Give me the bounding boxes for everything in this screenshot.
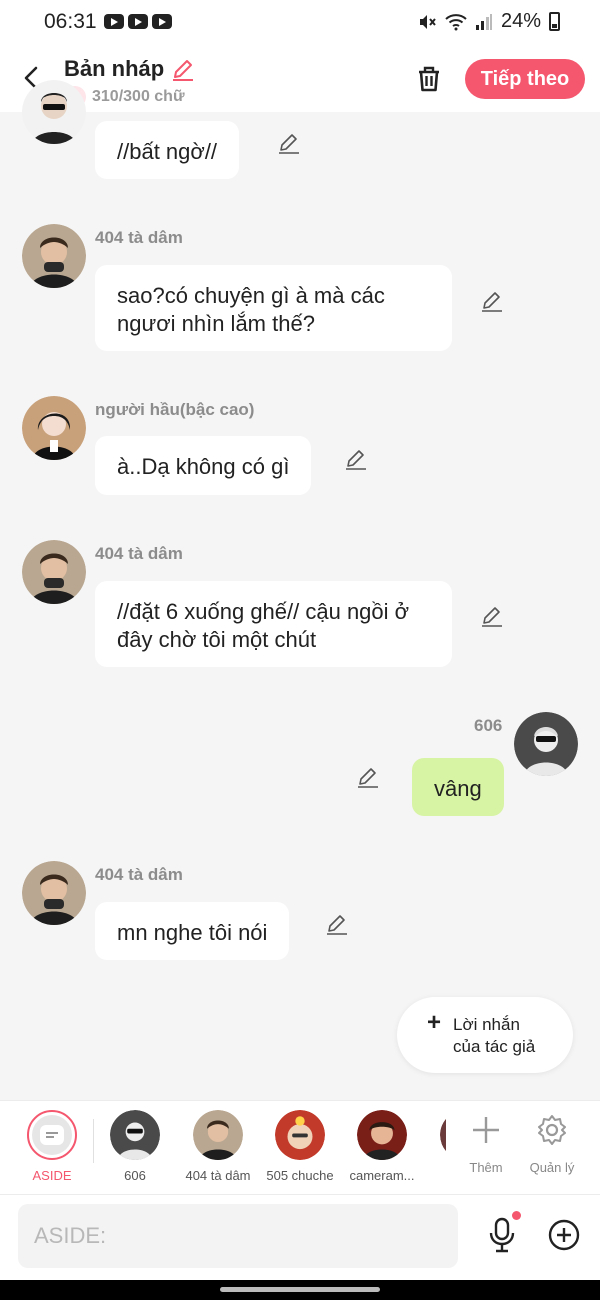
- character-label: 505 chuche: [266, 1168, 334, 1183]
- gear-icon: [538, 1115, 566, 1145]
- battery-icon: [549, 12, 560, 31]
- edit-message-icon[interactable]: [479, 603, 505, 629]
- message-bubble[interactable]: mn nghe tôi nói: [95, 902, 290, 960]
- message-bubble[interactable]: à..Dạ không có gì: [95, 436, 312, 495]
- add-character-button[interactable]: Thêm: [462, 1113, 510, 1175]
- sender-name: 404 tà dâm: [95, 865, 183, 884]
- message-bubble[interactable]: //bất ngờ//: [95, 121, 240, 179]
- avatar[interactable]: [22, 224, 86, 288]
- author-note-button[interactable]: + Lời nhắn của tác giả: [397, 997, 573, 1073]
- sender-name: 606: [474, 716, 503, 735]
- mute-icon: [419, 14, 436, 29]
- youtube-notification-icon: [152, 14, 172, 29]
- character-label: cameram...: [349, 1168, 415, 1183]
- avatar: [357, 1110, 407, 1160]
- aside-avatar: [27, 1110, 77, 1160]
- signal-icon: [475, 13, 492, 30]
- notification-icons: [104, 14, 172, 29]
- youtube-notification-icon: [128, 14, 148, 29]
- notification-dot: [512, 1211, 521, 1220]
- sender-name: 404 tà dâm: [95, 544, 183, 563]
- manage-label: Quản lý: [529, 1160, 575, 1175]
- message-input[interactable]: [18, 1204, 458, 1268]
- author-note-line1: Lời nhắn: [453, 1015, 520, 1034]
- character-505[interactable]: 505 chuche: [262, 1110, 338, 1183]
- message-bubble[interactable]: //đặt 6 xuống ghế// cậu ngồi ở đây chờ t…: [95, 581, 452, 667]
- divider: [93, 1119, 94, 1163]
- edit-message-icon[interactable]: [343, 446, 369, 472]
- avatar[interactable]: [514, 712, 578, 776]
- avatar[interactable]: [22, 80, 86, 144]
- title-text: Bản nháp: [64, 56, 165, 81]
- author-note-line2: của tác giả: [453, 1037, 536, 1056]
- sender-name: người hầu(bậc cao): [95, 400, 255, 419]
- page-title: Bản nháp: [64, 56, 196, 82]
- character-606[interactable]: 606: [100, 1110, 170, 1183]
- wifi-icon: [445, 13, 467, 30]
- character-aside[interactable]: ASIDE: [22, 1110, 82, 1183]
- add-label: Thêm: [469, 1160, 503, 1175]
- status-time: 06:31: [44, 10, 97, 33]
- message-bubble[interactable]: vâng: [412, 758, 504, 816]
- avatar[interactable]: [22, 396, 86, 460]
- battery-percent: 24%: [500, 10, 541, 32]
- edit-message-icon[interactable]: [324, 911, 350, 937]
- avatar: [440, 1110, 446, 1160]
- avatar: [193, 1110, 243, 1160]
- manage-button[interactable]: Quản lý: [526, 1113, 578, 1175]
- sender-name: 404 tà dâm: [95, 228, 183, 247]
- next-button[interactable]: Tiếp theo: [465, 59, 585, 99]
- word-count-text: 310/300 chữ: [92, 88, 185, 105]
- status-right: 24%: [417, 10, 560, 33]
- character-404[interactable]: 404 tà dâm: [180, 1110, 256, 1183]
- plus-icon: +: [427, 1009, 442, 1036]
- system-nav-bar: [0, 1280, 600, 1300]
- avatar[interactable]: [22, 861, 86, 925]
- character-label: 606: [124, 1168, 146, 1183]
- home-indicator[interactable]: [220, 1287, 380, 1292]
- add-circle-icon[interactable]: [548, 1219, 580, 1251]
- character-bar: ASIDE 606 404 tà dâm 505 chuche cameram.…: [0, 1100, 600, 1195]
- header: Bản nháp 310/300 chữ Tiếp theo: [0, 44, 600, 112]
- character-partial[interactable]: [440, 1110, 446, 1160]
- edit-message-icon[interactable]: [276, 130, 302, 156]
- character-label: ASIDE: [32, 1168, 72, 1183]
- microphone-icon[interactable]: [486, 1217, 518, 1253]
- character-cameraman[interactable]: cameram...: [344, 1110, 420, 1183]
- avatar: [275, 1110, 325, 1160]
- status-bar: 06:31 24%: [0, 0, 600, 44]
- avatar[interactable]: [22, 540, 86, 604]
- input-row: [0, 1195, 600, 1280]
- avatar: [110, 1110, 160, 1160]
- edit-message-icon[interactable]: [479, 288, 505, 314]
- pencil-icon[interactable]: [170, 56, 196, 82]
- edit-message-icon[interactable]: [355, 764, 381, 790]
- message-bubble[interactable]: sao?có chuyện gì à mà các ngươi nhìn lắm…: [95, 265, 452, 351]
- trash-icon[interactable]: [414, 64, 444, 94]
- youtube-notification-icon: [104, 14, 124, 29]
- character-label: 404 tà dâm: [185, 1168, 251, 1183]
- plus-icon: [473, 1117, 499, 1143]
- aside-icon: [40, 1125, 64, 1145]
